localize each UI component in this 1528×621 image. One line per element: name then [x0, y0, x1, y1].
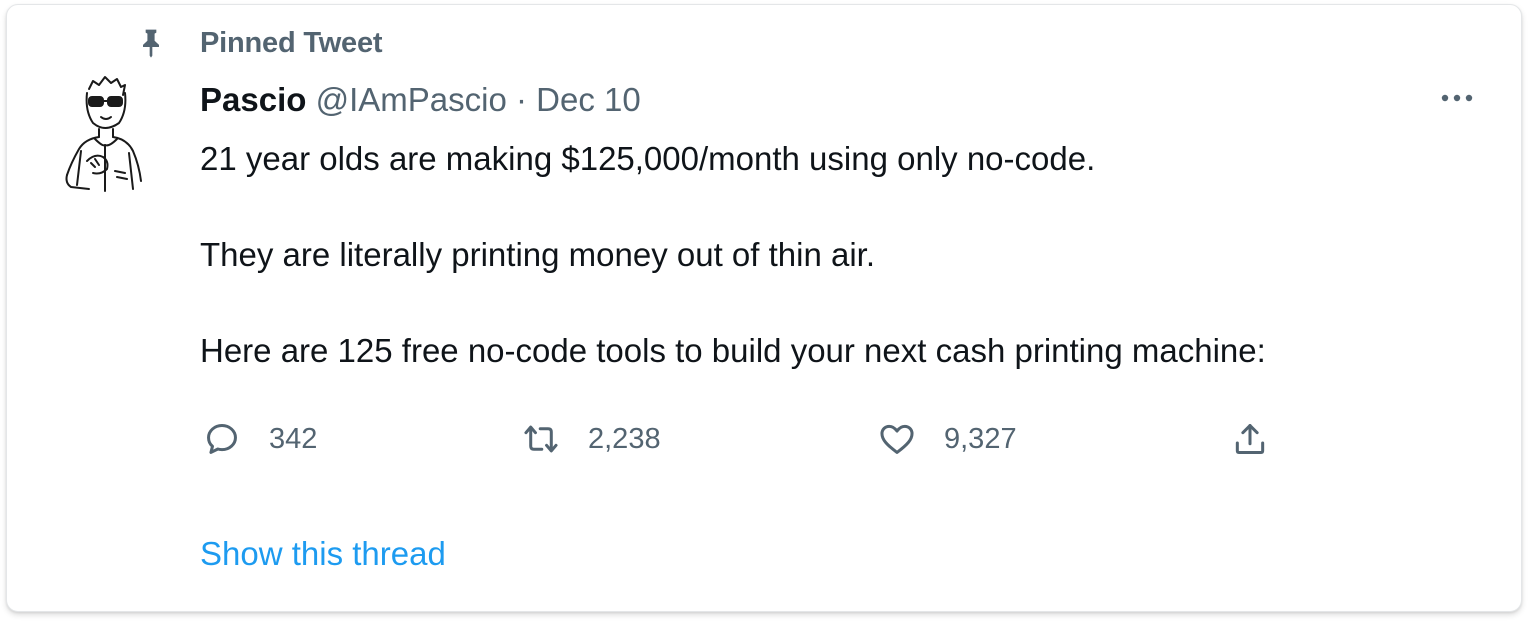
- retweet-count: 2,238: [588, 423, 661, 455]
- author-handle[interactable]: @IAmPascio: [316, 81, 507, 118]
- avatar[interactable]: [55, 71, 155, 193]
- show-thread-link[interactable]: Show this thread: [200, 534, 446, 574]
- reply-icon: [207, 424, 237, 454]
- author-display-name[interactable]: Pascio: [200, 81, 306, 118]
- tweet-date[interactable]: Dec 10: [536, 81, 641, 118]
- retweet-button[interactable]: 2,238: [522, 419, 661, 459]
- tweet-card[interactable]: Pinned Tweet Pascio @IAmPascio · Dec 10 …: [6, 4, 1522, 612]
- pin-icon: [143, 29, 159, 58]
- heart-icon: [880, 424, 914, 454]
- tweet-line: They are literally printing money out of…: [200, 236, 876, 273]
- retweet-icon: [524, 425, 558, 453]
- tweet-line: 21 year olds are making $125,000/month u…: [200, 140, 1096, 177]
- reply-count: 342: [269, 423, 318, 455]
- like-count: 9,327: [944, 423, 1017, 455]
- tweet-header: Pascio @IAmPascio · Dec 10: [200, 81, 641, 119]
- pinned-tweet-label: Pinned Tweet: [200, 27, 383, 59]
- share-button[interactable]: [1231, 419, 1269, 459]
- reply-button[interactable]: 342: [203, 419, 317, 459]
- like-button[interactable]: 9,327: [878, 419, 1017, 459]
- more-icon[interactable]: [1435, 83, 1479, 113]
- separator-dot: ·: [515, 81, 527, 118]
- tweet-line: Here are 125 free no-code tools to build…: [200, 332, 1266, 369]
- share-icon: [1235, 424, 1265, 454]
- tweet-text: 21 year olds are making $125,000/month u…: [200, 140, 1460, 369]
